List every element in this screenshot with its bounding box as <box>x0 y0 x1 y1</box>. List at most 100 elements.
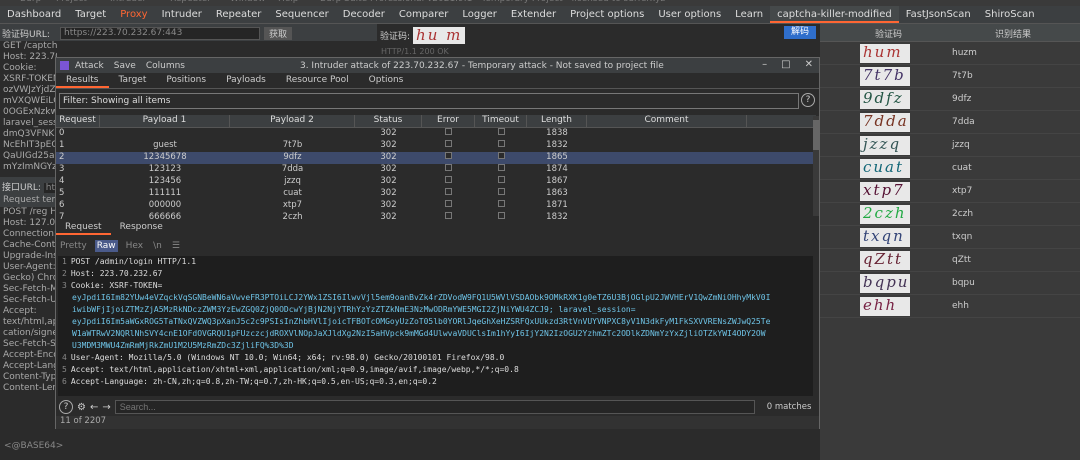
editor-line: eyJpdiI6Im5aWGxROG5TaTNxQVZWQ3pXanJ5c2c9… <box>62 316 813 328</box>
tab-repeater[interactable]: Repeater <box>209 6 268 23</box>
column-header[interactable]: Timeout <box>475 115 527 127</box>
table-cell <box>100 128 230 140</box>
column-header[interactable]: Status <box>355 115 422 127</box>
subtab-target[interactable]: Target <box>109 73 157 88</box>
table-row[interactable]: 5 111111 cuat 302 1863 <box>56 188 816 200</box>
tab-logger[interactable]: Logger <box>455 6 503 23</box>
filter-bar[interactable]: Filter: Showing all items <box>59 93 799 109</box>
table-row[interactable]: 4 123456 jzzq 302 1867 <box>56 176 816 188</box>
decode-button[interactable]: 解码 <box>784 26 816 39</box>
view-hex-button[interactable]: Hex <box>124 240 145 252</box>
close-icon[interactable]: ✕ <box>805 59 813 70</box>
captcha-result-row[interactable]: 9dfz 9dfz <box>820 88 1080 111</box>
table-scrollbar[interactable] <box>813 116 819 216</box>
subtab-resource-pool[interactable]: Resource Pool <box>276 73 359 88</box>
back-arrow-icon[interactable]: ← <box>90 402 98 413</box>
table-row[interactable]: 1 guest 7t7b 302 1832 <box>56 140 816 152</box>
captcha-result-row[interactable]: qZtt qZtt <box>820 249 1080 272</box>
tab-learn[interactable]: Learn <box>728 6 770 23</box>
editor-line: 3 Cookie: XSRF-TOKEN= <box>62 280 813 292</box>
tab-sequencer[interactable]: Sequencer <box>268 6 335 23</box>
checkbox <box>497 128 505 135</box>
tab-shiroscan[interactable]: ShiroScan <box>978 6 1042 23</box>
captcha-result-row[interactable]: ehh ehh <box>820 295 1080 318</box>
tab-decoder[interactable]: Decoder <box>336 6 392 23</box>
menu-attack[interactable]: Attack <box>75 61 104 71</box>
header-value: iwibWFjIjoiZTMzZjA5MzRkNDczZWM3YzEwZGQ0Z… <box>72 305 636 314</box>
view-raw-button[interactable]: Raw <box>94 240 118 252</box>
column-header[interactable]: Error <box>422 115 475 127</box>
column-header[interactable]: Request <box>56 115 100 127</box>
request-editor[interactable]: 1 POST /admin/login HTTP/1.1 2 Host: 223.70… <box>58 256 813 396</box>
tab-comparer[interactable]: Comparer <box>392 6 455 23</box>
captcha-result-row[interactable]: 7dda 7dda <box>820 111 1080 134</box>
table-cell: 302 <box>380 212 397 222</box>
table-cell: 7t7b <box>282 140 303 150</box>
captcha-url-input[interactable]: https://223.70.232.67:443 <box>60 27 260 40</box>
tab-intruder[interactable]: Intruder <box>155 6 209 23</box>
tab-extender[interactable]: Extender <box>504 6 563 23</box>
table-row[interactable]: 2 12345678 9dfz 302 1865 <box>56 152 816 164</box>
subtab-positions[interactable]: Positions <box>156 73 216 88</box>
search-help-icon[interactable]: ? <box>59 400 73 414</box>
menu-columns[interactable]: Columns <box>146 61 185 71</box>
table-cell: 123123 <box>148 164 182 174</box>
forward-arrow-icon[interactable]: → <box>102 402 110 413</box>
request-template-tab[interactable]: Request temp <box>0 194 57 207</box>
captcha-result-row[interactable]: 2czh 2czh <box>820 203 1080 226</box>
subtab-results[interactable]: Results <box>56 73 109 88</box>
column-header[interactable]: Comment <box>587 115 747 127</box>
header-value: U3MDM3MWU4ZmRmMjRkZmU1M2U5MzRmZDc3ZjliFQ… <box>72 341 294 350</box>
search-input[interactable] <box>114 400 755 414</box>
menu-save[interactable]: Save <box>114 61 136 71</box>
captcha-result-row[interactable]: bqpu bqpu <box>820 272 1080 295</box>
tab-captcha-killer-modified[interactable]: captcha-killer-modified <box>770 6 899 23</box>
table-cell: 302 <box>380 176 397 186</box>
tab-fastjsonscan[interactable]: FastJsonScan <box>899 6 978 23</box>
settings-gear-icon[interactable]: ⚙ <box>77 402 86 413</box>
tab-dashboard[interactable]: Dashboard <box>0 6 68 23</box>
fetch-button[interactable]: 获取 <box>264 27 292 40</box>
title-strip-item[interactable]: Repeater <box>170 0 211 4</box>
line-number: 1 <box>62 257 67 266</box>
subtab-payloads[interactable]: Payloads <box>216 73 276 88</box>
column-header[interactable]: Payload 2 <box>230 115 355 127</box>
column-header[interactable]: Payload 1 <box>100 115 230 127</box>
line-number: 5 <box>62 365 67 374</box>
captcha-result-row[interactable]: txqn txqn <box>820 226 1080 249</box>
tab-project-options[interactable]: Project options <box>563 6 651 23</box>
captcha-result-row[interactable]: jzzq jzzq <box>820 134 1080 157</box>
table-row[interactable]: 6 000000 xtp7 302 1871 <box>56 200 816 212</box>
tab-response[interactable]: Response <box>111 221 172 235</box>
captcha-image-text: 7dda <box>863 112 909 130</box>
attack-window-title: 3. Intruder attack of 223.70.232.67 - Te… <box>299 60 664 71</box>
maximize-icon[interactable]: □ <box>781 59 790 70</box>
tab-proxy[interactable]: Proxy <box>113 6 154 23</box>
minimize-icon[interactable]: – <box>762 59 767 70</box>
title-strip-item[interactable]: Burp <box>20 0 41 4</box>
title-strip-item[interactable]: Window <box>230 0 266 4</box>
left-pane-line: text/html,app <box>3 317 57 327</box>
subtab-options[interactable]: Options <box>359 73 414 88</box>
checkbox <box>445 176 452 183</box>
help-icon[interactable]: ? <box>801 93 815 107</box>
title-strip-item[interactable]: Project <box>56 0 87 4</box>
table-row[interactable]: 3 123123 7dda 302 1874 <box>56 164 816 176</box>
captcha-result-row[interactable]: hum huzm <box>820 42 1080 65</box>
left-pane-line: cation/signed <box>3 328 57 338</box>
newline-toggle-button[interactable]: \n <box>151 240 164 252</box>
column-header[interactable]: Length <box>527 115 587 127</box>
table-row[interactable]: 0 302 1838 <box>56 128 816 140</box>
view-pretty-button[interactable]: Pretty <box>58 240 89 252</box>
title-strip-item[interactable]: Help <box>278 0 299 4</box>
title-strip-item[interactable]: Intruder <box>110 0 146 4</box>
captcha-image-text: bqpu <box>863 273 910 291</box>
menu-lines-icon[interactable]: ☰ <box>170 240 182 252</box>
captcha-result-row[interactable]: 7t7b 7t7b <box>820 65 1080 88</box>
captcha-result-row[interactable]: cuat cuat <box>820 157 1080 180</box>
tab-request[interactable]: Request <box>56 221 111 235</box>
left-pane-line: Sec-Fetch-Us <box>3 295 57 305</box>
tab-target[interactable]: Target <box>68 6 113 23</box>
tab-user-options[interactable]: User options <box>651 6 728 23</box>
captcha-result-row[interactable]: xtp7 xtp7 <box>820 180 1080 203</box>
